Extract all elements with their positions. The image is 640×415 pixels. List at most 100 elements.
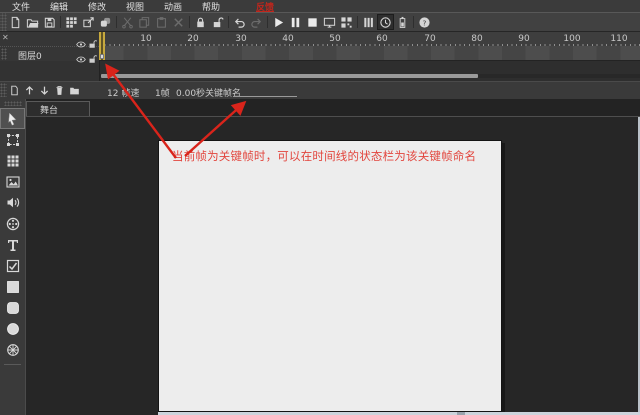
rounded-rectangle-tool[interactable] (0, 297, 25, 318)
text-tool[interactable] (0, 234, 25, 255)
unlock-button[interactable] (209, 14, 226, 30)
keyframe-name-input[interactable] (233, 85, 297, 97)
timeline-panel: ✕ 图层0 10 20 30 40 50 60 70 80 (0, 32, 640, 81)
menu-item-modify[interactable]: 修改 (76, 0, 114, 13)
stage-canvas[interactable] (158, 140, 502, 412)
transform-icon (6, 133, 20, 147)
form-checkbox-tool[interactable] (0, 255, 25, 276)
align-columns-button[interactable] (360, 14, 377, 30)
timeline-hscroll-thumb[interactable] (101, 74, 478, 78)
redo-button[interactable] (248, 14, 265, 30)
layer-lock-icon[interactable] (88, 49, 97, 68)
lock-button[interactable] (192, 14, 209, 30)
stop-icon (306, 16, 319, 29)
toolbar-grip[interactable] (0, 13, 7, 31)
frame-ruler[interactable]: 10 20 30 40 50 60 70 80 90 100 110 (100, 32, 640, 47)
fps-value[interactable]: 12 (107, 89, 118, 99)
pause-button[interactable] (287, 14, 304, 30)
timeline-hscroll-track[interactable] (100, 74, 640, 78)
battery-button[interactable] (394, 14, 411, 30)
ellipse-icon (6, 322, 20, 336)
preview-monitor-icon (323, 16, 336, 29)
copy-button[interactable] (136, 14, 153, 30)
layer-frames-track[interactable] (100, 46, 640, 61)
clone-shape-button[interactable] (97, 14, 114, 30)
stop-button[interactable] (304, 14, 321, 30)
pause-icon (289, 16, 302, 29)
ruler-label: 70 (424, 34, 435, 44)
ellipse-tool[interactable] (0, 318, 25, 339)
clone-shape-icon (99, 16, 112, 29)
main-toolbar: ? (0, 13, 640, 32)
move-layer-down-button[interactable] (38, 84, 51, 97)
components-grid-tool[interactable] (0, 150, 25, 171)
publish-share-button[interactable] (80, 14, 97, 30)
timeline-frames-pane[interactable]: 10 20 30 40 50 60 70 80 90 100 110 (100, 32, 640, 81)
rectangle-tool[interactable] (0, 276, 25, 297)
align-columns-icon (362, 16, 375, 29)
video-tool[interactable] (0, 213, 25, 234)
toolbar-separator (228, 16, 229, 28)
asset-library-icon (65, 16, 78, 29)
save-button[interactable] (41, 14, 58, 30)
menu-item-feedback[interactable]: 反馈 (228, 0, 266, 13)
play-button[interactable] (270, 14, 287, 30)
menu-item-help[interactable]: 帮助 (190, 0, 228, 13)
cut-icon (121, 16, 134, 29)
menu-item-file[interactable]: 文件 (0, 0, 38, 13)
transform-tool[interactable] (0, 129, 25, 150)
shape-wheel-tool[interactable] (0, 339, 25, 360)
ruler-label: 80 (471, 34, 482, 44)
undo-icon (233, 16, 246, 29)
timeline-close-button[interactable]: ✕ (2, 33, 9, 43)
new-layer-button[interactable] (8, 84, 21, 97)
layer-group-button[interactable] (68, 84, 81, 97)
timeline-status-bar: 12 帧速 1帧 0.00秒 关键帧名 (0, 81, 640, 100)
tab-stage-label: 舞台 (40, 103, 58, 116)
components-grid-icon (6, 154, 20, 168)
toolbar-separator (267, 16, 268, 28)
ruler-label: 40 (282, 34, 293, 44)
ruler-label: 30 (235, 34, 246, 44)
keyframe-marker[interactable] (100, 54, 104, 59)
audio-tool[interactable] (0, 192, 25, 213)
undo-button[interactable] (231, 14, 248, 30)
toolbar-separator (189, 16, 190, 28)
tab-stage[interactable]: 舞台 (26, 101, 90, 116)
delete-button[interactable] (170, 14, 187, 30)
ruler-label: 60 (376, 34, 387, 44)
open-file-button[interactable] (24, 14, 41, 30)
layer-row[interactable]: 图层0 (0, 47, 99, 61)
frames-empty-area (100, 61, 640, 81)
select-tool[interactable] (0, 108, 25, 129)
image-tool[interactable] (0, 171, 25, 192)
rounded-rectangle-icon (6, 301, 20, 315)
asset-library-button[interactable] (63, 14, 80, 30)
qr-code-button[interactable] (338, 14, 355, 30)
delete-layer-button[interactable] (53, 84, 66, 97)
paste-button[interactable] (153, 14, 170, 30)
stage-area[interactable]: 当前帧为关键帧时，可以在时间线的状态栏为该关键帧命名 (26, 117, 640, 415)
ruler-label: 110 (610, 34, 627, 44)
new-file-button[interactable] (7, 14, 24, 30)
layer-visibility-eye-icon[interactable] (76, 49, 86, 68)
menu-item-view[interactable]: 视图 (114, 0, 152, 13)
statusbar-grip[interactable] (0, 83, 7, 97)
cut-button[interactable] (119, 14, 136, 30)
move-layer-up-button[interactable] (23, 84, 36, 97)
unlock-icon (211, 16, 224, 29)
menu-bar: 文件 编辑 修改 视图 动画 帮助 反馈 (0, 0, 640, 13)
menu-item-edit[interactable]: 编辑 (38, 0, 76, 13)
toolbar-separator (413, 16, 414, 28)
timeline-clock-button[interactable] (377, 14, 394, 30)
layer-drag-handle[interactable] (1, 48, 7, 60)
preview-monitor-button[interactable] (321, 14, 338, 30)
menu-item-animation[interactable]: 动画 (152, 0, 190, 13)
toolpanel-grip[interactable] (4, 101, 22, 106)
tool-panel (0, 99, 26, 415)
toolbar-separator (116, 16, 117, 28)
layer-name[interactable]: 图层0 (18, 49, 42, 62)
form-checkbox-icon (6, 259, 20, 273)
fps-value-and-label[interactable]: 12 帧速 (107, 86, 139, 99)
help-button[interactable]: ? (416, 14, 433, 30)
